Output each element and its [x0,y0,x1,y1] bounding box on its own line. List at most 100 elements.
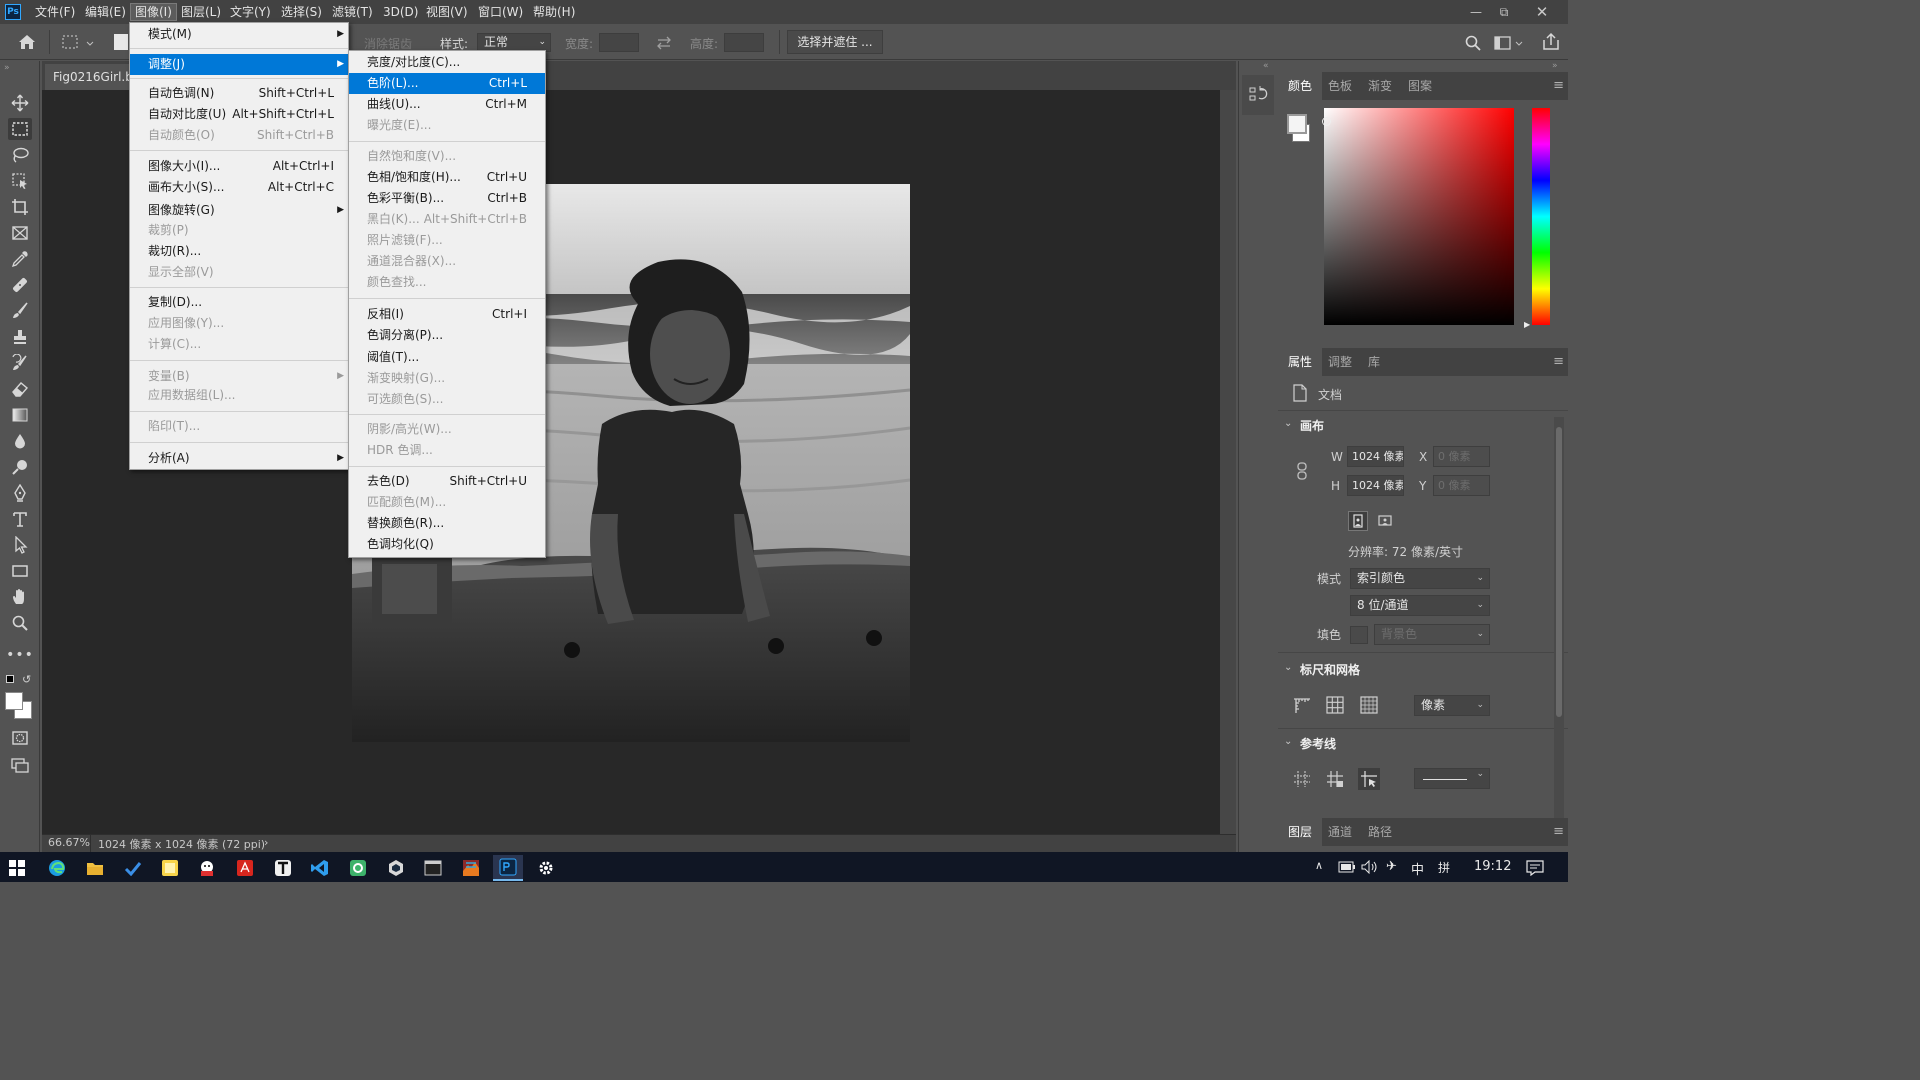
zoom-tool-icon[interactable] [8,612,32,634]
rectangle-tool-icon[interactable] [8,560,32,582]
rect-marquee-tool-icon[interactable] [8,118,32,140]
todo-icon[interactable] [118,855,148,881]
menu-item-posterize[interactable]: 色调分离(P)... [349,325,545,346]
menu-item-analysis[interactable]: 分析(A) ▶ [130,448,348,469]
menu-item-levels[interactable]: 色阶(L)... Ctrl+L [349,73,545,94]
tab-color[interactable]: 颜色 [1278,72,1323,100]
status-menu-arrow[interactable]: › [264,836,268,849]
link-dimensions-icon[interactable] [1296,462,1308,480]
menu-item-mode[interactable]: 模式(M) ▶ [130,24,348,45]
workspace-icon[interactable] [1494,34,1526,52]
pixel-grid-icon[interactable] [1359,695,1379,715]
explorer-icon[interactable] [80,855,110,881]
collapse-icon[interactable]: « [1263,61,1269,71]
menu-file[interactable]: 文件(F) [31,3,79,21]
height-input[interactable] [724,33,764,52]
portrait-orientation-icon[interactable] [1348,511,1368,531]
menu-image[interactable]: 图像(I) [130,3,177,21]
frame-tool-icon[interactable] [8,222,32,244]
gradient-tool-icon[interactable] [8,404,32,426]
foreground-color-swatch[interactable] [5,692,23,710]
menu-window[interactable]: 窗口(W) [474,3,527,21]
tab-adjustments[interactable]: 调整 [1318,348,1362,376]
close-icon[interactable]: ✕ [1530,2,1554,22]
history-brush-tool-icon[interactable] [8,352,32,374]
sticky-icon[interactable] [155,855,185,881]
eraser-tool-icon[interactable] [8,378,32,400]
properties-scrollbar[interactable] [1554,417,1564,827]
green-app-icon[interactable] [343,855,373,881]
menu-item-curves[interactable]: 曲线(U)... Ctrl+M [349,94,545,115]
menu-filter[interactable]: 滤镜(T) [328,3,377,21]
menu-item-equalize[interactable]: 色调均化(Q) [349,534,545,555]
menu-item-replace-color[interactable]: 替换颜色(R)... [349,513,545,534]
fill-color-swatch[interactable] [1350,626,1368,644]
lasso-tool-icon[interactable] [8,144,32,166]
menu-help[interactable]: 帮助(H) [529,3,579,21]
chevron-down-icon[interactable]: ⌄ [1284,418,1292,429]
color-picker-cursor[interactable] [1322,117,1331,126]
menu-item-hue-saturation[interactable]: 色相/饱和度(H)... Ctrl+U [349,167,545,188]
canvas-section-title[interactable]: 画布 [1300,417,1324,434]
menu-view[interactable]: 视图(V) [422,3,472,21]
hue-slider[interactable] [1532,108,1550,325]
menu-item-brightness-contrast[interactable]: 亮度/对比度(C)... [349,52,545,73]
menu-layer[interactable]: 图层(L) [177,3,225,21]
path-select-tool-icon[interactable] [8,534,32,556]
history-panel-icon[interactable] [1248,85,1268,105]
collapse-icon[interactable]: » [4,63,10,73]
tab-layers[interactable]: 图层 [1278,818,1323,846]
menu-item-duplicate[interactable]: 复制(D)... [130,292,348,313]
menu-item-threshold[interactable]: 阈值(T)... [349,347,545,368]
guide-layout-icon[interactable] [1325,769,1345,789]
hue-slider-handle-icon[interactable]: ▶ [1524,320,1530,329]
chevron-down-icon[interactable]: ⌄ [1284,662,1292,673]
landscape-orientation-icon[interactable] [1376,511,1396,531]
photoshop-icon[interactable] [493,855,523,881]
grid-icon[interactable] [1325,695,1345,715]
width-input[interactable] [599,33,639,52]
menu-item-auto-contrast[interactable]: 自动对比度(U) Alt+Shift+Ctrl+L [130,104,348,125]
bit-depth-select[interactable]: 8 位/通道 ⌄ [1350,595,1490,616]
battery-icon[interactable] [1338,861,1356,873]
guides-icon[interactable] [1292,769,1312,789]
fill-select[interactable]: 背景色 ⌄ [1374,624,1490,645]
edge-icon[interactable] [42,855,72,881]
panel-menu-icon[interactable]: ≡ [1553,354,1564,369]
menu-item-auto-tone[interactable]: 自动色调(N) Shift+Ctrl+L [130,83,348,104]
guide-style-select[interactable]: ⌄ [1414,768,1490,789]
guides-section-title[interactable]: 参考线 [1300,735,1336,752]
tab-gradients[interactable]: 渐变 [1358,72,1402,100]
typora-icon[interactable] [268,855,298,881]
airplane-mode-icon[interactable]: ✈ [1386,859,1397,874]
vertical-scrollbar[interactable] [1220,90,1236,834]
ruler-units-select[interactable]: 像素 ⌄ [1414,695,1490,716]
clone-stamp-tool-icon[interactable] [8,326,32,348]
tab-swatches[interactable]: 色板 [1318,72,1362,100]
menu-item-adjustments[interactable]: 调整(J) ▶ [130,54,348,75]
swap-icon[interactable] [655,34,673,52]
vscode-icon[interactable] [305,855,335,881]
canvas-width-field[interactable]: 1024 像素 [1347,446,1404,467]
document-tab[interactable]: Fig0216Girl.bmp [45,64,135,90]
dodge-tool-icon[interactable] [8,456,32,478]
swap-colors-icon[interactable]: ↺ [22,673,31,686]
canvas-x-field[interactable]: 0 像素 [1433,446,1490,467]
terminal-icon[interactable] [418,855,448,881]
menu-item-image-size[interactable]: 图像大小(I)... Alt+Ctrl+I [130,156,348,177]
select-and-mask-button[interactable]: 选择并遮住 ... [787,30,883,54]
menu-item-color-balance[interactable]: 色彩平衡(B)... Ctrl+B [349,188,545,209]
acrobat-icon[interactable] [230,855,260,881]
panel-menu-icon[interactable]: ≡ [1553,824,1564,839]
matlab-icon[interactable] [456,855,486,881]
panel-menu-icon[interactable]: ≡ [1553,78,1564,93]
menu-edit[interactable]: 编辑(E) [81,3,130,21]
selection-mode-icon[interactable] [114,34,128,50]
menu-item-desaturate[interactable]: 去色(D) Shift+Ctrl+U [349,471,545,492]
move-tool-icon[interactable] [8,92,32,114]
smart-guides-icon[interactable] [1358,768,1380,790]
tray-expand-icon[interactable]: ∧ [1315,859,1323,872]
minimize-icon[interactable]: — [1464,2,1488,22]
object-select-tool-icon[interactable] [8,170,32,192]
quick-mask-icon[interactable] [8,727,32,749]
